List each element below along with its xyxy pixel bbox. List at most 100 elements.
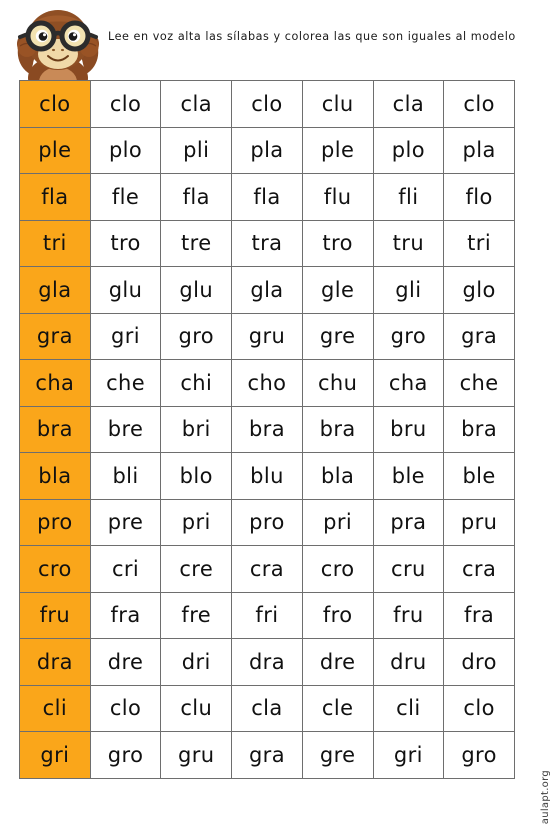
option-cell[interactable]: dru — [372, 638, 445, 686]
option-cell[interactable]: cla — [160, 80, 233, 128]
option-cell[interactable]: bre — [89, 405, 162, 453]
option-cell[interactable]: cru — [372, 545, 445, 593]
model-cell[interactable]: cro — [19, 545, 91, 593]
option-cell[interactable]: flu — [301, 173, 374, 221]
option-cell[interactable]: pli — [160, 126, 233, 174]
option-cell[interactable]: cla — [231, 684, 303, 732]
option-cell[interactable]: pla — [443, 126, 515, 174]
option-cell[interactable]: fra — [443, 591, 515, 639]
option-cell[interactable]: fri — [231, 591, 303, 639]
model-cell[interactable]: bla — [19, 452, 91, 500]
option-cell[interactable]: chi — [160, 359, 233, 407]
option-cell[interactable]: gru — [160, 731, 233, 779]
option-cell[interactable]: pra — [372, 498, 445, 546]
option-cell[interactable]: bli — [89, 452, 162, 500]
option-cell[interactable]: dre — [89, 638, 162, 686]
option-cell[interactable]: ple — [301, 126, 374, 174]
option-cell[interactable]: plo — [89, 126, 162, 174]
option-cell[interactable]: gru — [231, 312, 303, 360]
option-cell[interactable]: glo — [443, 266, 515, 314]
option-cell[interactable]: chu — [301, 359, 374, 407]
option-cell[interactable]: gro — [443, 731, 515, 779]
option-cell[interactable]: bra — [231, 405, 303, 453]
option-cell[interactable]: cha — [372, 359, 445, 407]
option-cell[interactable]: ble — [372, 452, 445, 500]
option-cell[interactable]: pre — [89, 498, 162, 546]
option-cell[interactable]: gri — [372, 731, 445, 779]
option-cell[interactable]: che — [89, 359, 162, 407]
option-cell[interactable]: bra — [301, 405, 374, 453]
option-cell[interactable]: flo — [443, 173, 515, 221]
option-cell[interactable]: gri — [89, 312, 162, 360]
option-cell[interactable]: cho — [231, 359, 303, 407]
option-cell[interactable]: gro — [89, 731, 162, 779]
option-cell[interactable]: bla — [301, 452, 374, 500]
option-cell[interactable]: fru — [372, 591, 445, 639]
option-cell[interactable]: clo — [443, 80, 515, 128]
option-cell[interactable]: cra — [231, 545, 303, 593]
option-cell[interactable]: cli — [372, 684, 445, 732]
option-cell[interactable]: bra — [443, 405, 515, 453]
option-cell[interactable]: clu — [160, 684, 233, 732]
option-cell[interactable]: glu — [89, 266, 162, 314]
option-cell[interactable]: cre — [160, 545, 233, 593]
model-cell[interactable]: cli — [19, 684, 91, 732]
option-cell[interactable]: fla — [231, 173, 303, 221]
model-cell[interactable]: fru — [19, 591, 91, 639]
option-cell[interactable]: cle — [301, 684, 374, 732]
option-cell[interactable]: fre — [160, 591, 233, 639]
option-cell[interactable]: cra — [443, 545, 515, 593]
option-cell[interactable]: pri — [301, 498, 374, 546]
model-cell[interactable]: ple — [19, 126, 91, 174]
option-cell[interactable]: clo — [89, 684, 162, 732]
option-cell[interactable]: gla — [231, 266, 303, 314]
option-cell[interactable]: fra — [89, 591, 162, 639]
option-cell[interactable]: dra — [231, 638, 303, 686]
option-cell[interactable]: glu — [160, 266, 233, 314]
model-cell[interactable]: pro — [19, 498, 91, 546]
option-cell[interactable]: fli — [372, 173, 445, 221]
option-cell[interactable]: tru — [372, 219, 445, 267]
option-cell[interactable]: fle — [89, 173, 162, 221]
option-cell[interactable]: clo — [89, 80, 162, 128]
option-cell[interactable]: pru — [443, 498, 515, 546]
option-cell[interactable]: cla — [372, 80, 445, 128]
option-cell[interactable]: gro — [372, 312, 445, 360]
model-cell[interactable]: gra — [19, 312, 91, 360]
model-cell[interactable]: clo — [19, 80, 91, 128]
option-cell[interactable]: clo — [231, 80, 303, 128]
option-cell[interactable]: gre — [301, 312, 374, 360]
option-cell[interactable]: blo — [160, 452, 233, 500]
option-cell[interactable]: tro — [301, 219, 374, 267]
model-cell[interactable]: tri — [19, 219, 91, 267]
model-cell[interactable]: bra — [19, 405, 91, 453]
option-cell[interactable]: che — [443, 359, 515, 407]
option-cell[interactable]: gra — [231, 731, 303, 779]
option-cell[interactable]: clu — [301, 80, 374, 128]
option-cell[interactable]: gle — [301, 266, 374, 314]
model-cell[interactable]: cha — [19, 359, 91, 407]
option-cell[interactable]: dre — [301, 638, 374, 686]
option-cell[interactable]: dri — [160, 638, 233, 686]
option-cell[interactable]: tro — [89, 219, 162, 267]
option-cell[interactable]: bri — [160, 405, 233, 453]
option-cell[interactable]: pri — [160, 498, 233, 546]
option-cell[interactable]: fro — [301, 591, 374, 639]
option-cell[interactable]: ble — [443, 452, 515, 500]
option-cell[interactable]: tre — [160, 219, 233, 267]
model-cell[interactable]: fla — [19, 173, 91, 221]
option-cell[interactable]: plo — [372, 126, 445, 174]
model-cell[interactable]: dra — [19, 638, 91, 686]
option-cell[interactable]: gli — [372, 266, 445, 314]
option-cell[interactable]: cro — [301, 545, 374, 593]
option-cell[interactable]: gra — [443, 312, 515, 360]
option-cell[interactable]: pla — [231, 126, 303, 174]
option-cell[interactable]: dro — [443, 638, 515, 686]
option-cell[interactable]: pro — [231, 498, 303, 546]
option-cell[interactable]: blu — [231, 452, 303, 500]
option-cell[interactable]: gro — [160, 312, 233, 360]
model-cell[interactable]: gri — [19, 731, 91, 779]
option-cell[interactable]: gre — [301, 731, 374, 779]
option-cell[interactable]: clo — [443, 684, 515, 732]
option-cell[interactable]: fla — [160, 173, 233, 221]
